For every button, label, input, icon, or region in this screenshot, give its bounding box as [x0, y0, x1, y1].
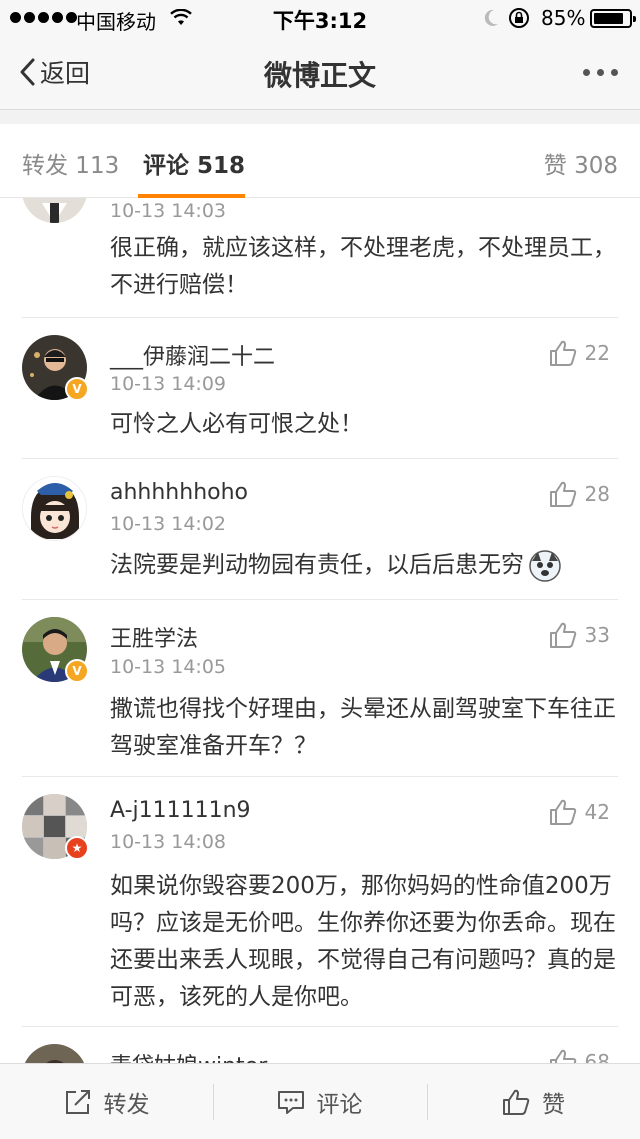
- comment-time: 10-13 14:02: [110, 513, 227, 535]
- comment-divider: [22, 599, 618, 600]
- comment-text-row: 法院要是判动物园有责任，以后后患无穷: [110, 547, 625, 584]
- bottom-toolbar: 转发 评论 赞: [0, 1063, 640, 1139]
- like-label: 赞: [542, 1092, 565, 1118]
- thumbs-up-icon: [549, 481, 576, 507]
- like-count: 42: [584, 800, 610, 824]
- commenter-name[interactable]: ___伊藤润二十二: [110, 339, 275, 371]
- repost-label: 转发: [103, 1092, 150, 1118]
- comment-list: 10-13 14:03 很正确，就应该这样，不处理老虎，不处理员工，不进行赔偿！…: [0, 198, 640, 1063]
- thumbs-up-icon: [549, 799, 576, 825]
- battery-icon: [590, 9, 636, 28]
- comment-divider: [22, 458, 618, 459]
- like-button[interactable]: 42: [549, 798, 610, 826]
- section-gap: [0, 110, 640, 124]
- navigation-bar: 返回 微博正文: [0, 36, 640, 110]
- avatar[interactable]: [22, 198, 87, 223]
- more-dots-icon[interactable]: [583, 69, 618, 76]
- like-button[interactable]: 28: [549, 480, 610, 508]
- comment-label: 评论: [316, 1092, 363, 1118]
- tab-repost[interactable]: 转发 113: [22, 146, 119, 180]
- avatar[interactable]: [22, 1044, 87, 1063]
- comment-time: 10-13 14:09: [110, 373, 227, 395]
- thumbs-up-icon: [549, 340, 576, 366]
- comment-bubble-icon: [277, 1091, 304, 1114]
- commenter-name[interactable]: ahhhhhhoho: [110, 480, 248, 505]
- status-bar: 中国移动 下午3:12 85%: [0, 0, 640, 36]
- like-button[interactable]: 33: [549, 621, 610, 649]
- commenter-name[interactable]: A-j111111n9: [110, 798, 251, 823]
- comment-time: 10-13 14:05: [110, 656, 227, 678]
- like-count: 68: [584, 1050, 610, 1063]
- commenter-name[interactable]: 麦袋姑娘winter: [110, 1048, 267, 1063]
- star-badge-icon: ★: [65, 836, 89, 860]
- comment-text: 撒谎也得找个好理由，头晕还从副驾驶室下车往正驾驶室准备开车？？: [110, 696, 616, 759]
- thumbs-up-icon: [549, 1049, 576, 1063]
- commenter-name[interactable]: 王胜学法: [110, 621, 198, 653]
- comment-button[interactable]: 评论: [213, 1064, 426, 1139]
- rotation-lock-icon: [508, 7, 530, 34]
- comment-time: 10-13 14:03: [110, 200, 227, 222]
- comment-text: 可怜之人必有可恨之处！: [110, 411, 363, 437]
- comment-text: 很正确，就应该这样，不处理老虎，不处理员工，不进行赔偿！: [110, 235, 616, 298]
- comment-divider: [22, 776, 618, 777]
- verified-badge-icon: V: [65, 659, 89, 683]
- battery-percentage: 85%: [541, 6, 586, 30]
- repost-icon: [65, 1090, 90, 1114]
- thumbs-up-icon: [503, 1089, 530, 1115]
- like-button[interactable]: 68: [549, 1048, 610, 1063]
- like-count: 22: [584, 341, 610, 365]
- comment-text: 法院要是判动物园有责任，以后后患无穷: [110, 552, 524, 578]
- do-not-disturb-moon-icon: [482, 8, 500, 33]
- like-count: 28: [584, 482, 610, 506]
- comment-text: 如果说你毁容要200万，那你妈妈的性命值200万吗？应该是无价吧。生你养你还要为…: [110, 873, 616, 1010]
- detail-tabs: 转发 113 评论 518 赞 308: [0, 124, 640, 198]
- comment-divider: [22, 1026, 618, 1027]
- verified-badge-icon: V: [65, 377, 89, 401]
- avatar[interactable]: [22, 476, 87, 541]
- husky-emoji-icon: [529, 549, 561, 582]
- comment-time: 10-13 14:08: [110, 831, 227, 853]
- comment-divider: [22, 317, 618, 318]
- tab-comment[interactable]: 评论 518: [143, 146, 245, 180]
- thumbs-up-icon: [549, 622, 576, 648]
- repost-button[interactable]: 转发: [0, 1064, 213, 1139]
- like-count: 33: [584, 623, 610, 647]
- tab-like[interactable]: 赞 308: [544, 146, 618, 180]
- page-title: 微博正文: [263, 59, 376, 92]
- like-button[interactable]: 22: [549, 339, 610, 367]
- like-post-button[interactable]: 赞: [427, 1064, 640, 1139]
